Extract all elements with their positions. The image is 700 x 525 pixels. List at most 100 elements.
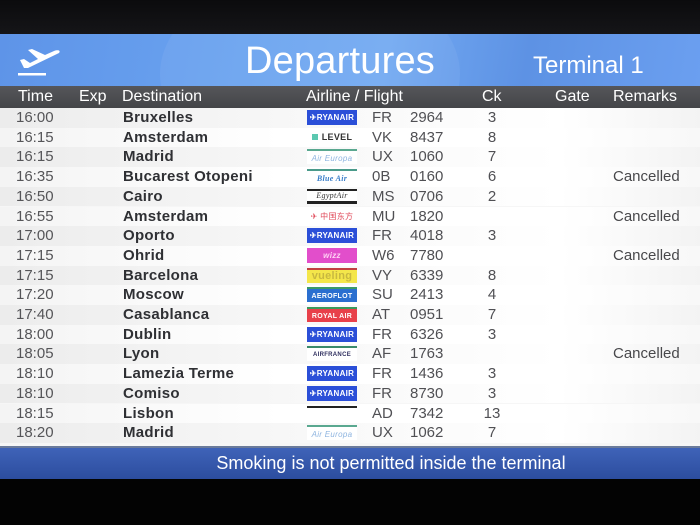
flight-time: 16:15 [16,128,54,146]
flight-checkin-desk: 3 [487,109,497,126]
flight-checkin-desk: 7 [487,424,497,442]
flight-checkin-desk: 7 [487,306,497,323]
flight-destination: Lyon [123,345,160,363]
airline-logo-ryanair: ✈RYANAIR [307,366,357,382]
flight-time: 17:20 [16,286,54,304]
flight-row: 17:40 Casablanca ROYAL AIR MAROC AT 0951 7 [0,305,700,325]
flight-time: 18:20 [16,424,54,442]
flight-airline-code: MS [372,187,395,205]
airline-logo-level: LEVEL [307,129,357,145]
flight-number: 4018 [410,227,444,245]
flight-row: 16:15 Madrid Air Europa UX 1060 7 [0,147,700,168]
flight-destination: Dublin [123,325,172,343]
flight-time: 18:00 [16,325,54,343]
column-header-exp: Exp [79,88,107,105]
flight-row: 18:05 Lyon AIRFRANCE AF 1763 Cancelled [0,344,700,365]
flight-checkin-desk: 3 [487,227,497,245]
flight-airline-code: FR [372,325,392,343]
flight-checkin-desk: 3 [487,325,497,343]
airline-logo-andorra [307,405,357,421]
flight-row: 18:20 Madrid Air Europa UX 1062 7 [0,423,700,443]
column-header-row: Time Exp Destination Airline / Flight Ck… [0,86,700,108]
flight-checkin-desk: 3 [487,384,497,402]
flight-destination: Barcelona [123,266,199,284]
screen-bezel-top [0,0,700,34]
flight-number: 0951 [410,306,444,323]
footer-message: Smoking is not permitted inside the term… [216,453,566,473]
airline-logo-blueair: Blue Air [307,169,357,185]
airline-logo-vueling: vueling [307,267,357,283]
flight-airline-code: AF [372,345,392,363]
column-header-ck: Ck [482,88,502,105]
flights-table: 16:00 Bruxelles ✈RYANAIR FR 2964 3 16:15 Amster… [0,108,700,446]
flight-airline-code: MU [372,207,396,225]
flight-destination: Lisbon [123,404,174,422]
flight-number: 1763 [410,345,444,363]
flight-destination: Amsterdam [123,207,209,225]
flight-row: 16:50 Cairo EgyptAir MS 0706 2 [0,186,700,207]
flight-row: 18:10 Comiso ✈RYANAIR FR 8730 3 [0,383,700,404]
flight-airline-code: VK [372,128,393,146]
airline-logo-ryanair: ✈RYANAIR [307,326,357,342]
flight-number: 1436 [410,365,444,383]
flight-number: 7780 [410,246,444,264]
flight-time: 17:15 [16,266,54,284]
flight-row: 16:55 Amsterdam ✈ 中国东方航空 MU 1820 Cancelled [0,206,700,227]
airline-logo-aireuropa: Air Europa [307,425,357,441]
page-title: Departures [245,40,435,82]
flight-time: 17:15 [16,246,54,264]
column-header-gate: Gate [555,88,590,105]
column-header-destination: Destination [122,88,203,105]
flight-row: 16:35 Bucarest Otopeni Blue Air 0B 0160 6 Canc… [0,167,700,187]
flight-row: 17:00 Oporto ✈RYANAIR FR 4018 3 [0,226,700,246]
flight-destination: Bruxelles [123,109,194,126]
flight-checkin-desk: 2 [487,187,497,205]
flight-destination: Casablanca [123,306,210,323]
departing-plane-icon [18,49,60,76]
flight-time: 18:15 [16,404,54,422]
flight-row: 18:10 Lamezia Terme ✈RYANAIR FR 1436 3 [0,364,700,384]
flight-checkin-desk: 6 [487,168,497,186]
flight-remarks: Cancelled [613,246,680,264]
flight-number: 0160 [410,168,444,186]
footer-banner: Smoking is not permitted inside the term… [0,446,700,479]
flight-destination: Ohrid [123,246,165,264]
flight-remarks: Cancelled [613,168,680,186]
flight-number: 1062 [410,424,444,442]
flight-time: 17:40 [16,306,54,323]
column-header-time: Time [18,88,53,105]
flight-row: 17:15 Ohrid wizz W6 7780 Cancelled [0,245,700,266]
flight-checkin-desk: 4 [487,286,497,304]
flight-time: 18:10 [16,365,54,383]
flight-destination: Oporto [123,227,175,245]
airline-logo-aireuropa: Air Europa [307,149,357,165]
flight-destination: Cairo [123,187,163,205]
flight-row: 16:00 Bruxelles ✈RYANAIR FR 2964 3 [0,108,700,128]
airline-logo-aeroflot: AEROFLOT [307,287,357,303]
flight-time: 16:15 [16,148,54,166]
flight-airline-code: SU [372,286,393,304]
board-header: Departures Terminal 1 [0,34,700,86]
flight-checkin-desk: 8 [487,266,497,284]
flight-airline-code: FR [372,227,392,245]
flight-airline-code: UX [372,424,393,442]
flight-airline-code: 0B [372,168,391,186]
flight-destination: Moscow [123,286,184,304]
flight-airline-code: AD [372,404,393,422]
flight-number: 1820 [410,207,444,225]
terminal-label: Terminal 1 [533,52,644,79]
flight-remarks: Cancelled [613,345,680,363]
flight-time: 18:05 [16,345,54,363]
flight-number: 6326 [410,325,444,343]
screen-bezel-bottom [0,479,700,525]
flight-checkin-desk: 3 [487,365,497,383]
flight-number: 8730 [410,384,444,402]
flight-number: 6339 [410,266,444,284]
flight-airline-code: FR [372,365,392,383]
airline-logo-ryanair: ✈RYANAIR [307,385,357,401]
flight-destination: Comiso [123,384,180,402]
airline-logo-ram: ROYAL AIR MAROC [307,307,357,322]
flight-time: 17:00 [16,227,54,245]
flight-airline-code: VY [372,266,393,284]
flight-destination: Lamezia Terme [123,365,235,383]
